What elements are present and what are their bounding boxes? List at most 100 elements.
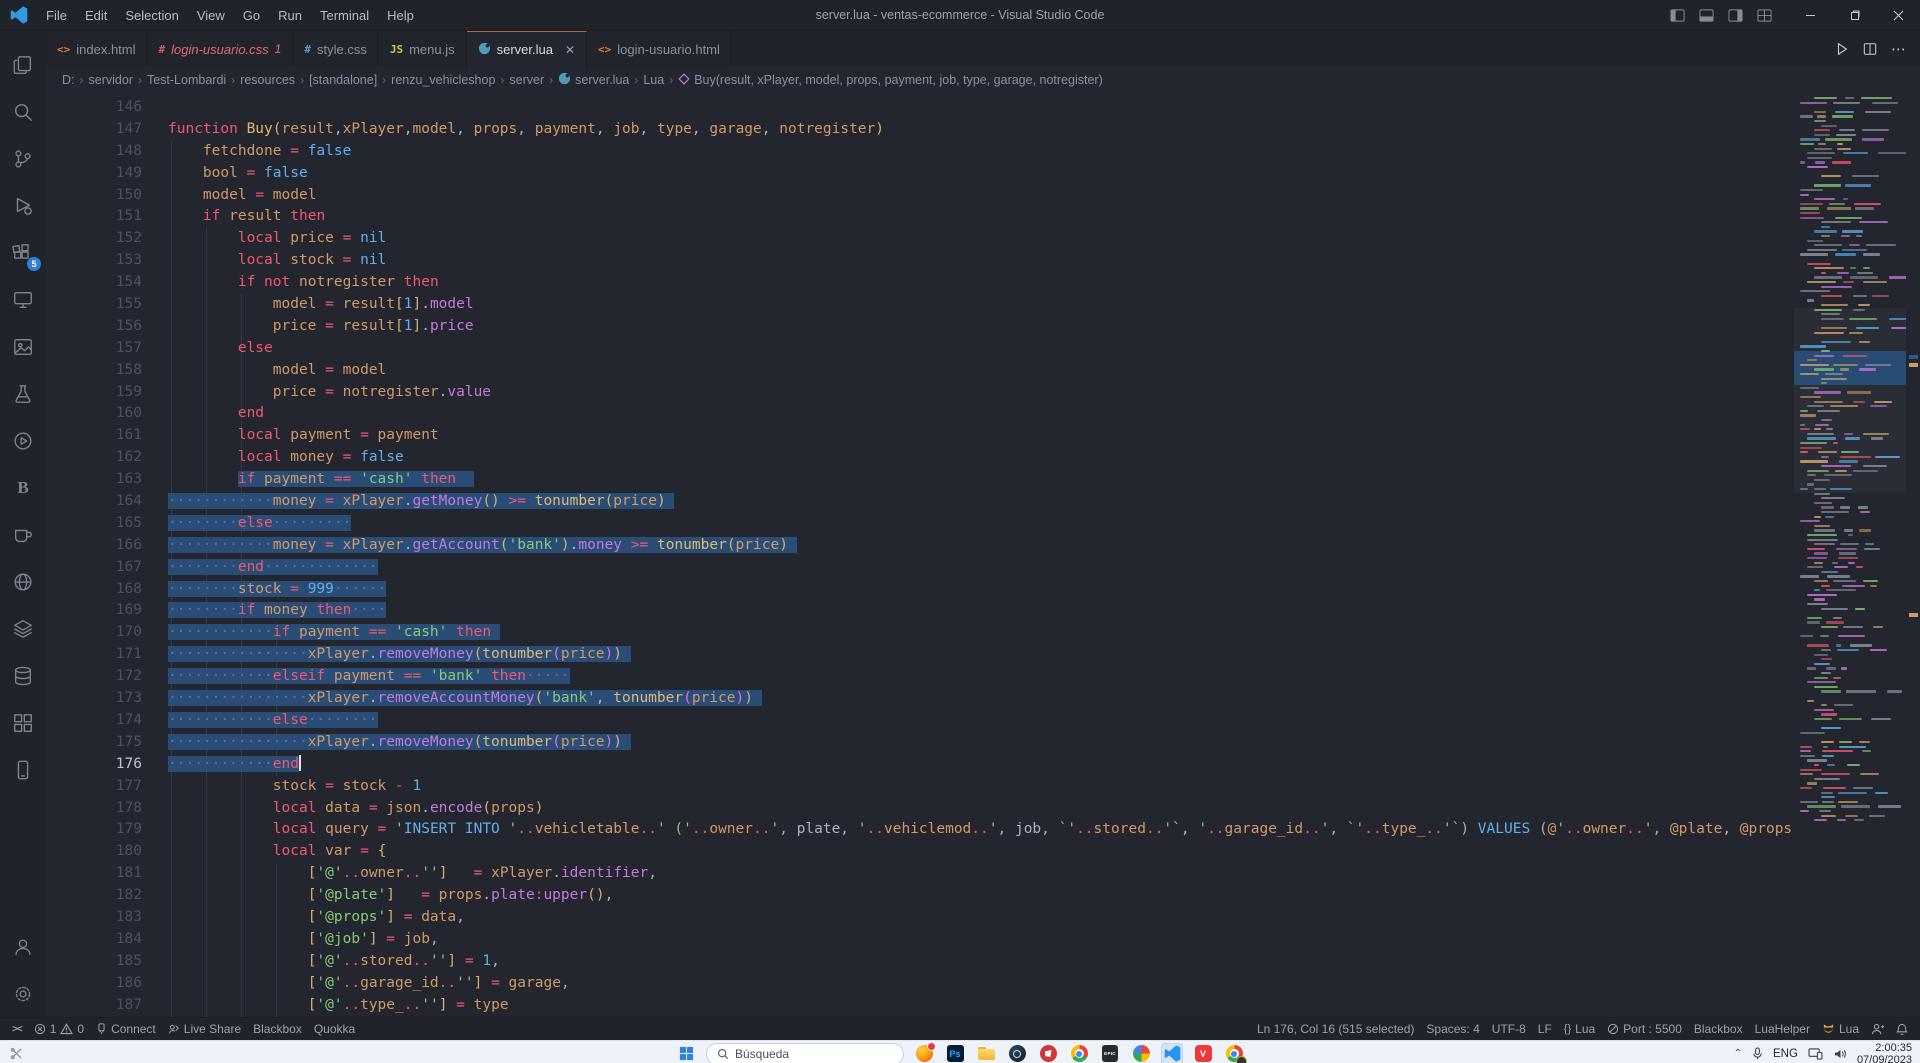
code-line-182[interactable]: 182 ['@plate'] = props.plate:upper(),	[46, 885, 1920, 907]
status-item-spaces-4[interactable]: Spaces: 4	[1420, 1018, 1485, 1040]
more-actions-icon[interactable]: ⋯	[1891, 40, 1906, 58]
code-line-167[interactable]: 167········end·············	[46, 557, 1920, 579]
status-item-connect[interactable]: Connect	[90, 1018, 162, 1040]
globe-icon[interactable]	[0, 558, 46, 605]
status-item-bell[interactable]	[1890, 1018, 1914, 1040]
start-button[interactable]	[675, 1043, 697, 1063]
tab-server.lua[interactable]: server.lua✕	[467, 31, 587, 67]
code-line-184[interactable]: 184 ['@job'] = job,	[46, 929, 1920, 951]
photoshop-app-icon[interactable]: Ps	[944, 1043, 966, 1063]
status-item-quokka[interactable]: Quokka	[308, 1018, 361, 1040]
image-icon[interactable]	[0, 323, 46, 370]
split-editor-icon[interactable]	[1863, 42, 1877, 56]
firefox-app-icon[interactable]	[913, 1043, 935, 1063]
clock[interactable]: 2:00:35 07/09/2023	[1857, 1042, 1912, 1063]
speaker-icon[interactable]	[1833, 1048, 1847, 1060]
vscode-app-icon[interactable]	[1161, 1043, 1183, 1063]
tab-login-usuario.css[interactable]: #login-usuario.css1	[148, 31, 294, 67]
code-line-170[interactable]: 170············if payment == 'cash' then	[46, 622, 1920, 644]
customize-layout-icon[interactable]	[1757, 8, 1772, 23]
close-button[interactable]	[1876, 0, 1920, 30]
code-line-154[interactable]: 154 if not notregister then	[46, 272, 1920, 294]
code-line-169[interactable]: 169········if money then····	[46, 600, 1920, 622]
code-line-172[interactable]: 172············elseif payment == 'bank' …	[46, 666, 1920, 688]
breadcrumb-item[interactable]: [standalone]	[309, 73, 377, 87]
riot-app-icon[interactable]	[1037, 1043, 1059, 1063]
code-line-146[interactable]: 146	[46, 97, 1920, 119]
layers-icon[interactable]	[0, 605, 46, 652]
blackbox-b-icon[interactable]: B	[0, 464, 46, 511]
code-line-183[interactable]: 183 ['@props'] = data,	[46, 907, 1920, 929]
language-indicator[interactable]: ENG	[1773, 1048, 1798, 1060]
menu-item-go[interactable]: Go	[235, 4, 268, 27]
code-line-174[interactable]: 174············else········	[46, 710, 1920, 732]
microphone-icon[interactable]	[1752, 1047, 1763, 1060]
menu-item-selection[interactable]: Selection	[117, 4, 186, 27]
device-icon[interactable]	[1808, 1048, 1823, 1060]
breadcrumb-item[interactable]: Buy(result, xPlayer, model, props, payme…	[678, 73, 1103, 88]
code-line-176[interactable]: 176············end	[46, 754, 1920, 776]
status-item-1[interactable]: 10	[28, 1018, 90, 1040]
tab-index.html[interactable]: <>index.html	[46, 31, 148, 67]
breadcrumb-item[interactable]: servidor	[89, 73, 133, 87]
code-line-177[interactable]: 177 stock = stock - 1	[46, 776, 1920, 798]
menu-item-file[interactable]: File	[38, 4, 75, 27]
code-line-180[interactable]: 180 local var = {	[46, 841, 1920, 863]
tray-chevron-icon[interactable]: ⌃	[1734, 1048, 1742, 1059]
status-item-lua[interactable]: Lua	[1816, 1018, 1865, 1040]
code-line-187[interactable]: 187 ['@'..type_..''] = type	[46, 995, 1920, 1017]
status-item-luahelper[interactable]: LuaHelper	[1749, 1018, 1816, 1040]
run-debug-icon[interactable]	[0, 182, 46, 229]
toggle-panel-icon[interactable]	[1699, 8, 1714, 23]
settings-icon[interactable]	[0, 970, 46, 1017]
code-line-159[interactable]: 159 price = notregister.value	[46, 382, 1920, 404]
chrome-app-icon[interactable]	[1068, 1043, 1090, 1063]
close-tab-icon[interactable]: ✕	[565, 43, 575, 57]
status-item-blackbox[interactable]: Blackbox	[1688, 1018, 1749, 1040]
code-line-162[interactable]: 162 local money = false	[46, 447, 1920, 469]
breadcrumb-item[interactable]: D:	[62, 73, 75, 87]
code-line-157[interactable]: 157 else	[46, 338, 1920, 360]
steam-app-icon[interactable]	[1006, 1043, 1028, 1063]
extensions-icon[interactable]: 5	[0, 229, 46, 276]
scrollbar[interactable]	[1906, 93, 1920, 1017]
code-line-173[interactable]: 173················xPlayer.removeAccount…	[46, 688, 1920, 710]
code-area[interactable]: 146147function Buy(result,xPlayer,model,…	[46, 93, 1920, 1017]
grid-icon[interactable]	[0, 699, 46, 746]
status-item-person-add[interactable]	[1865, 1018, 1890, 1040]
taskbar-search[interactable]: Búsqueda	[706, 1043, 904, 1063]
code-line-185[interactable]: 185 ['@'..stored..''] = 1,	[46, 951, 1920, 973]
status-item-live-share[interactable]: Live Share	[162, 1018, 247, 1040]
epic-app-icon[interactable]: EPIC	[1099, 1043, 1121, 1063]
code-line-178[interactable]: 178 local data = json.encode(props)	[46, 798, 1920, 820]
status-item-blackbox[interactable]: Blackbox	[247, 1018, 308, 1040]
code-line-186[interactable]: 186 ['@'..garage_id..''] = garage,	[46, 973, 1920, 995]
code-line-171[interactable]: 171················xPlayer.removeMoney(t…	[46, 644, 1920, 666]
code-line-164[interactable]: 164············money = xPlayer.getMoney(…	[46, 491, 1920, 513]
code-line-179[interactable]: 179 local query = 'INSERT INTO '..vehicl…	[46, 819, 1920, 841]
search-icon[interactable]	[0, 88, 46, 135]
files-icon[interactable]	[0, 41, 46, 88]
code-line-166[interactable]: 166············money = xPlayer.getAccoun…	[46, 535, 1920, 557]
taskbar-corner-icon[interactable]	[10, 1047, 23, 1060]
code-line-148[interactable]: 148 fetchdone = false	[46, 141, 1920, 163]
cup-icon[interactable]	[0, 511, 46, 558]
source-control-icon[interactable]	[0, 135, 46, 182]
code-line-152[interactable]: 152 local price = nil	[46, 228, 1920, 250]
code-line-160[interactable]: 160 end	[46, 403, 1920, 425]
status-item-lua[interactable]: {}Lua	[1558, 1018, 1601, 1040]
breadcrumb-item[interactable]: Lua	[643, 73, 664, 87]
remote-monitor-icon[interactable]	[0, 276, 46, 323]
code-line-151[interactable]: 151 if result then	[46, 206, 1920, 228]
code-line-175[interactable]: 175················xPlayer.removeMoney(t…	[46, 732, 1920, 754]
code-line-150[interactable]: 150 model = model	[46, 185, 1920, 207]
status-item-ln-176-col-16-515-selected[interactable]: Ln 176, Col 16 (515 selected)	[1251, 1018, 1420, 1040]
menu-item-view[interactable]: View	[189, 4, 233, 27]
beaker-icon[interactable]	[0, 370, 46, 417]
code-line-149[interactable]: 149 bool = false	[46, 163, 1920, 185]
tab-login-usuario.html[interactable]: <>login-usuario.html	[587, 31, 732, 67]
run-file-icon[interactable]	[1835, 42, 1849, 56]
explorer-app-icon[interactable]	[975, 1043, 997, 1063]
status-item-port-5500[interactable]: Port : 5500	[1601, 1018, 1688, 1040]
minimap[interactable]	[1794, 93, 1906, 1017]
